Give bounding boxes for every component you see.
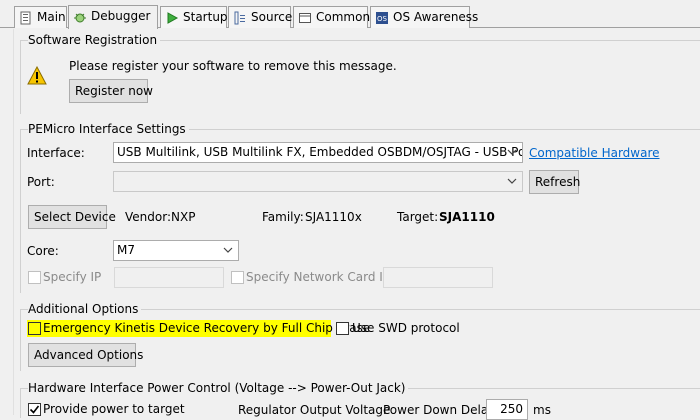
interface-label: Interface: (27, 146, 85, 160)
port-select[interactable] (113, 171, 523, 192)
port-label: Port: (27, 175, 55, 189)
additional-options-title: Additional Options (28, 302, 142, 316)
power-down-delay-value: 250 (500, 402, 523, 416)
common-icon (298, 11, 312, 25)
tab-main[interactable]: Main (14, 6, 67, 28)
startup-icon (165, 11, 179, 25)
specify-ip-field[interactable] (114, 267, 224, 288)
specify-network-card-ip-label: Specify Network Card IP (246, 270, 391, 284)
provide-power-checkbox[interactable] (28, 403, 41, 416)
core-value: M7 (117, 243, 135, 257)
tab-source[interactable]: Source (228, 6, 293, 28)
family-value: SJA1110x (305, 210, 362, 224)
core-select[interactable]: M7 (113, 240, 239, 261)
emergency-kinetis-label: Emergency Kinetis Device Recovery by Ful… (43, 321, 371, 335)
target-label: Target: (397, 210, 439, 224)
select-device-button[interactable]: Select Device (28, 205, 116, 229)
tab-main-label: Main (37, 10, 66, 24)
tab-os-awareness-label: OS Awareness (393, 10, 479, 24)
target-value: SJA1110 (439, 210, 495, 224)
source-icon (233, 11, 247, 25)
tab-startup-label: Startup (183, 10, 228, 24)
interface-settings-title: PEMicro Interface Settings (28, 122, 189, 136)
use-swd-label: Use SWD protocol (352, 321, 460, 335)
chevron-down-icon (505, 172, 519, 191)
software-registration-title: Software Registration (28, 33, 161, 47)
checkmark-icon (29, 405, 40, 414)
registration-message: Please register your software to remove … (69, 59, 397, 73)
family-label: Family: (262, 210, 304, 224)
warning-icon (27, 65, 47, 86)
specify-ip-checkbox[interactable] (28, 271, 41, 284)
tab-debugger[interactable]: Debugger (68, 5, 158, 29)
core-label: Core: (27, 244, 59, 258)
svg-text:OS: OS (377, 15, 388, 23)
interface-value: USB Multilink, USB Multilink FX, Embedde… (117, 145, 523, 159)
tab-common[interactable]: Common (293, 6, 371, 28)
debugger-icon (73, 10, 87, 24)
tab-debugger-label: Debugger (91, 9, 151, 23)
power-down-delay-input[interactable]: 250 (486, 399, 528, 420)
advanced-options-button[interactable]: Advanced Options (28, 343, 143, 367)
provide-power-label: Provide power to target (43, 402, 185, 416)
interface-select[interactable]: USB Multilink, USB Multilink FX, Embedde… (113, 142, 523, 163)
refresh-button[interactable]: Refresh (529, 170, 580, 194)
power-control-title: Hardware Interface Power Control (Voltag… (28, 381, 409, 395)
tab-os-awareness[interactable]: OS OS Awareness (370, 6, 478, 28)
tab-startup[interactable]: Startup (160, 6, 228, 28)
use-swd-checkbox[interactable] (336, 322, 349, 335)
os-awareness-icon: OS (375, 11, 389, 25)
panel-left-edge (13, 29, 14, 415)
tab-source-label: Source (251, 10, 293, 24)
emergency-kinetis-checkbox[interactable] (28, 322, 41, 335)
specify-network-card-ip-checkbox[interactable] (231, 271, 244, 284)
specify-ip-label: Specify IP (43, 270, 102, 284)
main-icon (19, 11, 33, 25)
vendor-label: Vendor: (125, 210, 171, 224)
tab-common-label: Common (316, 10, 371, 24)
compatible-hardware-link[interactable]: Compatible Hardware (529, 146, 660, 160)
specify-network-card-ip-field[interactable] (383, 267, 493, 288)
chevron-down-icon (221, 241, 235, 260)
vendor-value: NXP (171, 210, 196, 224)
chevron-down-icon (505, 143, 519, 162)
register-now-button[interactable]: Register now (69, 79, 153, 103)
